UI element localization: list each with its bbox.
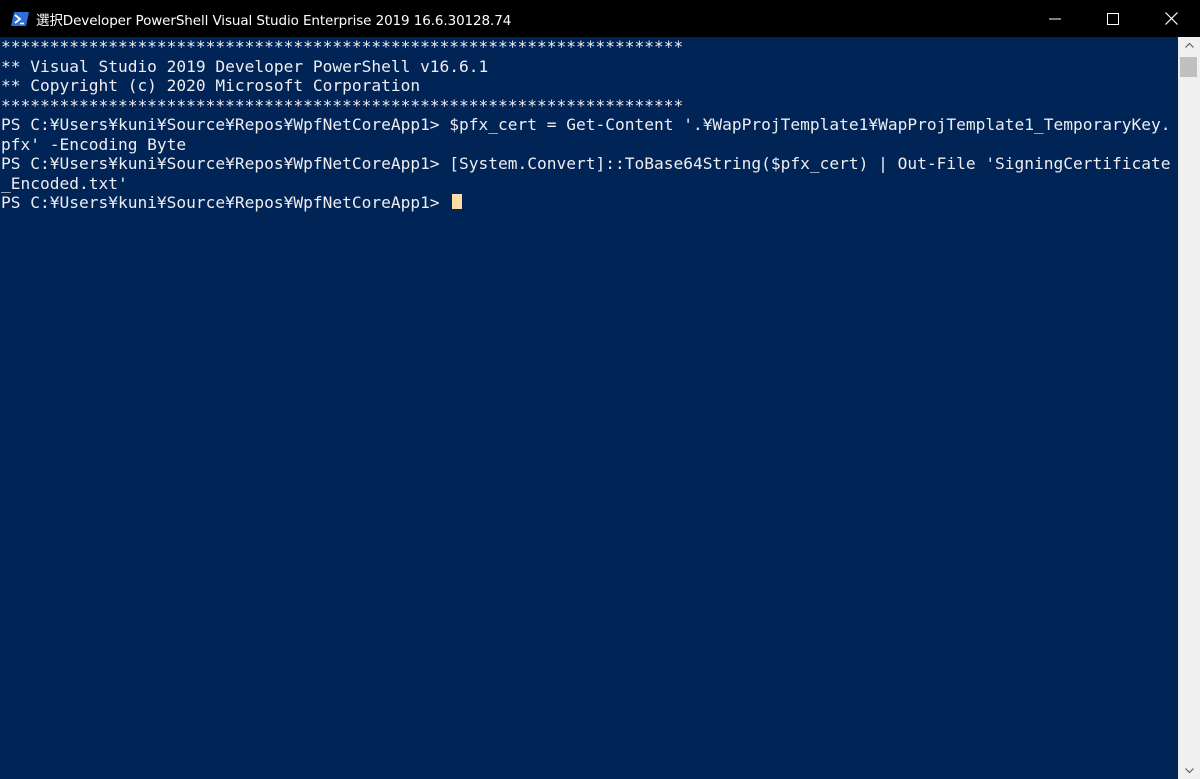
powershell-window: 選択Developer PowerShell Visual Studio Ent…: [0, 0, 1200, 779]
window-title: 選択Developer PowerShell Visual Studio Ent…: [36, 12, 512, 29]
console-line: _Encoded.txt': [1, 173, 128, 193]
minimize-button[interactable]: [1026, 0, 1084, 37]
console-line: ****************************************…: [1, 37, 684, 56]
vertical-scrollbar[interactable]: [1178, 37, 1200, 779]
console-line: PS C:¥Users¥kuni¥Source¥Repos¥WpfNetCore…: [1, 115, 1171, 134]
close-button[interactable]: [1142, 0, 1200, 37]
window-controls: [1026, 0, 1200, 37]
close-icon: [1164, 12, 1178, 25]
console-line: ****************************************…: [1, 95, 684, 115]
powershell-icon[interactable]: [10, 10, 30, 28]
minimize-icon: [1049, 18, 1061, 19]
chevron-down-icon: [1184, 768, 1194, 773]
maximize-button[interactable]: [1084, 0, 1142, 37]
maximize-icon: [1107, 12, 1119, 25]
scroll-down-button[interactable]: [1178, 762, 1200, 779]
console-line: PS C:¥Users¥kuni¥Source¥Repos¥WpfNetCore…: [1, 154, 1171, 173]
console-line: pfx' -Encoding Byte: [1, 134, 187, 154]
console-prompt-line: PS C:¥Users¥kuni¥Source¥Repos¥WpfNetCore…: [1, 193, 450, 212]
scroll-thumb[interactable]: [1180, 57, 1197, 77]
console-line: ** Copyright (c) 2020 Microsoft Corporat…: [1, 76, 421, 95]
title-bar[interactable]: 選択Developer PowerShell Visual Studio Ent…: [0, 0, 1200, 37]
console-line: ** Visual Studio 2019 Developer PowerShe…: [1, 56, 489, 76]
console-output[interactable]: ****************************************…: [0, 37, 1178, 779]
text-cursor: [452, 194, 462, 209]
chevron-up-icon: [1184, 43, 1194, 48]
scroll-up-button[interactable]: [1178, 37, 1200, 54]
